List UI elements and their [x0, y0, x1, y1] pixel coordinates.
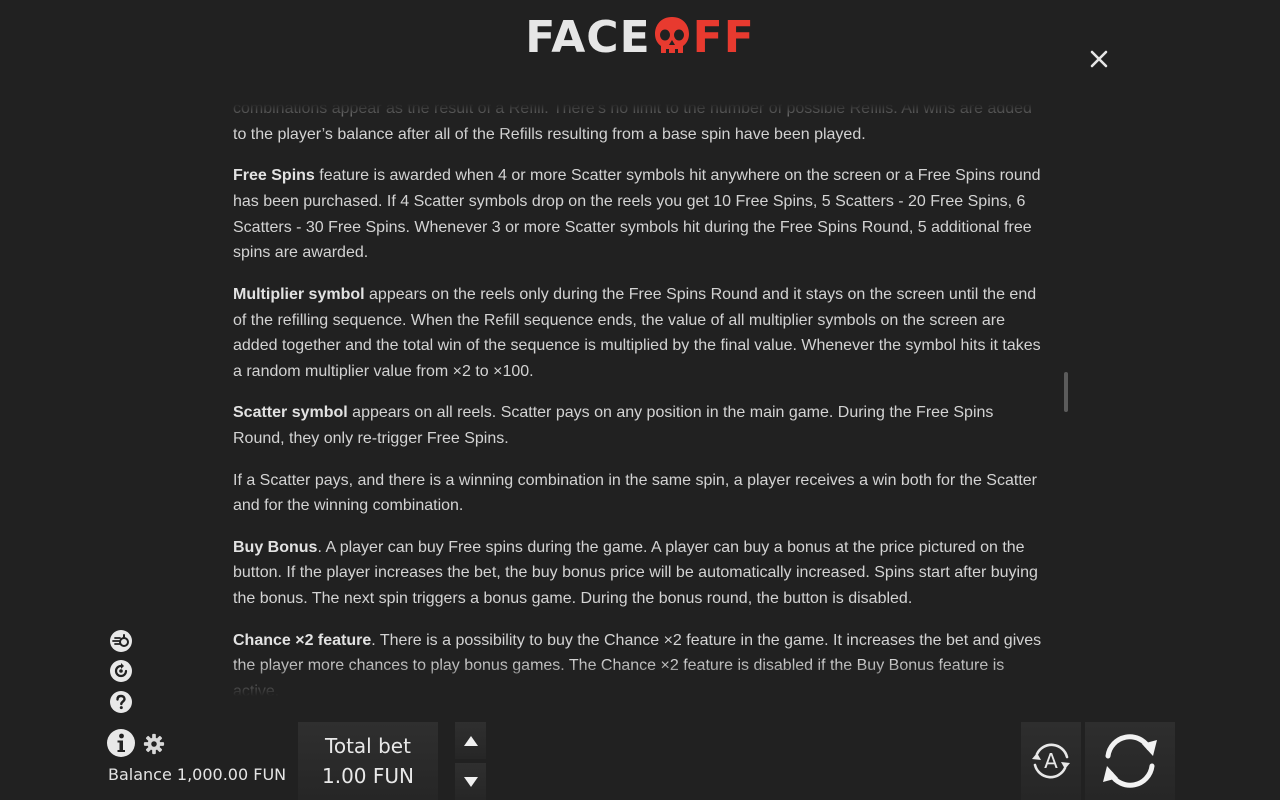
total-bet-label: Total bet: [325, 734, 411, 758]
spin-icon: [1103, 734, 1157, 788]
turbo-spin-button[interactable]: [108, 628, 134, 654]
close-button[interactable]: [1084, 44, 1114, 74]
autoplay-label: A: [1044, 749, 1058, 773]
close-icon: [1090, 50, 1108, 68]
rules-paragraph: combinations appear as the result of a R…: [233, 104, 1047, 148]
rules-paragraph-heading: Multiplier symbol: [233, 285, 365, 303]
rules-paragraph-text: . A player can buy Free spins during the…: [233, 538, 1038, 608]
logo-text-off: FF: [692, 12, 755, 63]
rules-paragraph: Buy Bonus. A player can buy Free spins d…: [233, 535, 1047, 612]
rules-paragraph-text: combinations appear as the result of a R…: [233, 104, 1032, 143]
bet-increase-button[interactable]: [455, 722, 486, 759]
info-icon[interactable]: [106, 728, 136, 758]
rules-text-panel[interactable]: combinations appear as the result of a R…: [233, 104, 1047, 700]
total-bet-value: 1.00 FUN: [322, 764, 414, 788]
rules-paragraph-heading: Free Spins: [233, 167, 315, 185]
balance-value: 1,000.00 FUN: [176, 765, 287, 784]
question-icon: [110, 691, 132, 713]
history-icon: [110, 660, 132, 682]
rules-paragraph: Scatter symbol appears on all reels. Sca…: [233, 400, 1047, 452]
rules-paragraph: Chance ×2 feature. There is a possibilit…: [233, 628, 1047, 700]
rules-paragraph: Free Spins feature is awarded when 4 or …: [233, 163, 1047, 266]
bet-stepper: [455, 722, 486, 800]
skull-icon: [654, 17, 689, 53]
rules-scrollbar-thumb[interactable]: [1064, 372, 1068, 412]
arrow-down-icon: [463, 776, 478, 787]
help-button[interactable]: [108, 689, 134, 715]
logo-text-face: FACE: [525, 12, 651, 63]
bet-decrease-button[interactable]: [455, 763, 486, 800]
rules-paragraph-text: If a Scatter pays, and there is a winnin…: [233, 471, 1037, 515]
rules-paragraph-heading: Chance ×2 feature: [233, 631, 372, 649]
rules-paragraph-text: feature is awarded when 4 or more Scatte…: [233, 167, 1041, 262]
balance-display: Balance 1,000.00 FUN: [108, 764, 286, 786]
rules-paragraph-text: appears on all reels. Scatter pays on an…: [233, 404, 994, 448]
game-rules-screen: FACE FF combinations appear as the resul…: [0, 0, 1280, 800]
turbo-spin-icon: [110, 630, 132, 652]
total-bet-panel: Total bet 1.00 FUN: [298, 722, 438, 800]
autoplay-icon: A: [1032, 743, 1070, 779]
autoplay-button[interactable]: A: [1021, 722, 1081, 800]
history-button[interactable]: [108, 658, 134, 684]
rules-paragraph-heading: Scatter symbol: [233, 404, 348, 422]
arrow-up-icon: [463, 735, 478, 746]
balance-label: Balance: [108, 765, 172, 784]
gear-icon[interactable]: [143, 733, 165, 755]
rules-paragraph-heading: Buy Bonus: [233, 538, 318, 556]
spin-button[interactable]: [1085, 722, 1175, 800]
rules-paragraph: Multiplier symbol appears on the reels o…: [233, 282, 1047, 385]
rules-paragraph: If a Scatter pays, and there is a winnin…: [233, 468, 1047, 520]
